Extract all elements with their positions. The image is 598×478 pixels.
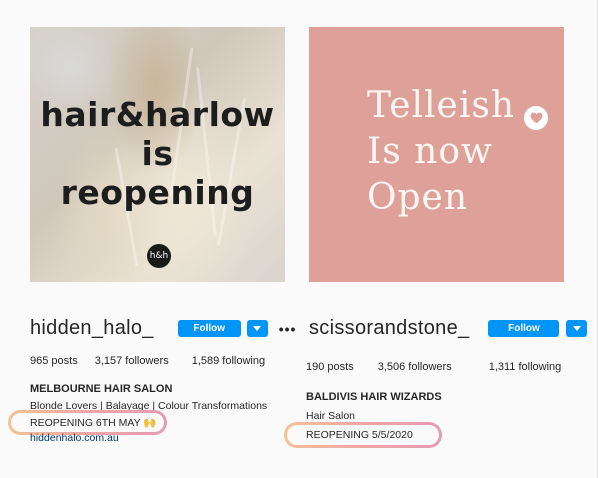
headline-line: hair&harlow — [40, 95, 275, 134]
profile-card-hidden-halo: hair&harlow is reopening h&h — [30, 27, 285, 282]
profile-post-image[interactable]: Telleish Is now Open — [309, 27, 564, 282]
followers-count[interactable]: 3,157 followers — [95, 355, 169, 367]
profile-post-image[interactable]: hair&harlow is reopening h&h — [30, 27, 285, 282]
follow-button[interactable]: Follow — [488, 320, 560, 337]
profile-header-scissorandstone: scissorandstone_ Follow — [309, 317, 588, 340]
username[interactable]: hidden_halo_ — [30, 317, 154, 340]
image-headline: Telleish Is now Open — [367, 83, 547, 221]
followers-count[interactable]: 3,506 followers — [378, 361, 452, 373]
headline-line: Is now — [367, 131, 493, 172]
bio-announcement: REOPENING 5/5/2020 — [306, 429, 413, 441]
username[interactable]: scissorandstone_ — [309, 317, 469, 340]
follow-button[interactable]: Follow — [177, 320, 241, 337]
headline-line: is — [141, 134, 174, 173]
profile-header-hidden-halo: hidden_halo_ Follow ••• — [30, 317, 296, 340]
following-count[interactable]: 1,589 following — [192, 355, 265, 367]
bio-full-name: MELBOURNE HAIR SALON — [30, 383, 173, 395]
bio-full-name: BALDIVIS HAIR WIZARDS — [306, 391, 442, 403]
headline-line: Telleish — [367, 85, 516, 126]
screenshot-frame: hair&harlow is reopening h&h hidden_halo… — [0, 0, 598, 478]
following-count[interactable]: 1,311 following — [489, 361, 562, 373]
suggestions-dropdown-button[interactable] — [246, 320, 268, 337]
posts-count: 190 posts — [306, 361, 354, 373]
heart-icon — [530, 112, 542, 124]
profile-stats: 965 posts 3,157 followers 1,589 followin… — [30, 355, 265, 367]
caret-down-icon — [253, 326, 262, 331]
suggestions-dropdown-button[interactable] — [566, 320, 588, 337]
brand-logo: h&h — [147, 244, 171, 268]
caret-down-icon — [572, 326, 581, 331]
posts-count: 965 posts — [30, 355, 78, 367]
headline-line: Open — [367, 177, 469, 218]
image-headline: hair&harlow is reopening — [30, 95, 285, 212]
headline-line: reopening — [60, 173, 255, 212]
bio-category: Hair Salon — [306, 410, 356, 422]
bio-announcement: REOPENING 6TH MAY 🙌 — [30, 417, 157, 429]
bio-website-link[interactable]: hiddenhalo.com.au — [30, 432, 119, 444]
profile-stats: 190 posts 3,506 followers 1,311 followin… — [306, 361, 561, 373]
more-options-icon[interactable]: ••• — [279, 322, 297, 336]
heart-badge — [524, 106, 548, 130]
profile-card-scissorandstone: Telleish Is now Open — [309, 27, 564, 282]
